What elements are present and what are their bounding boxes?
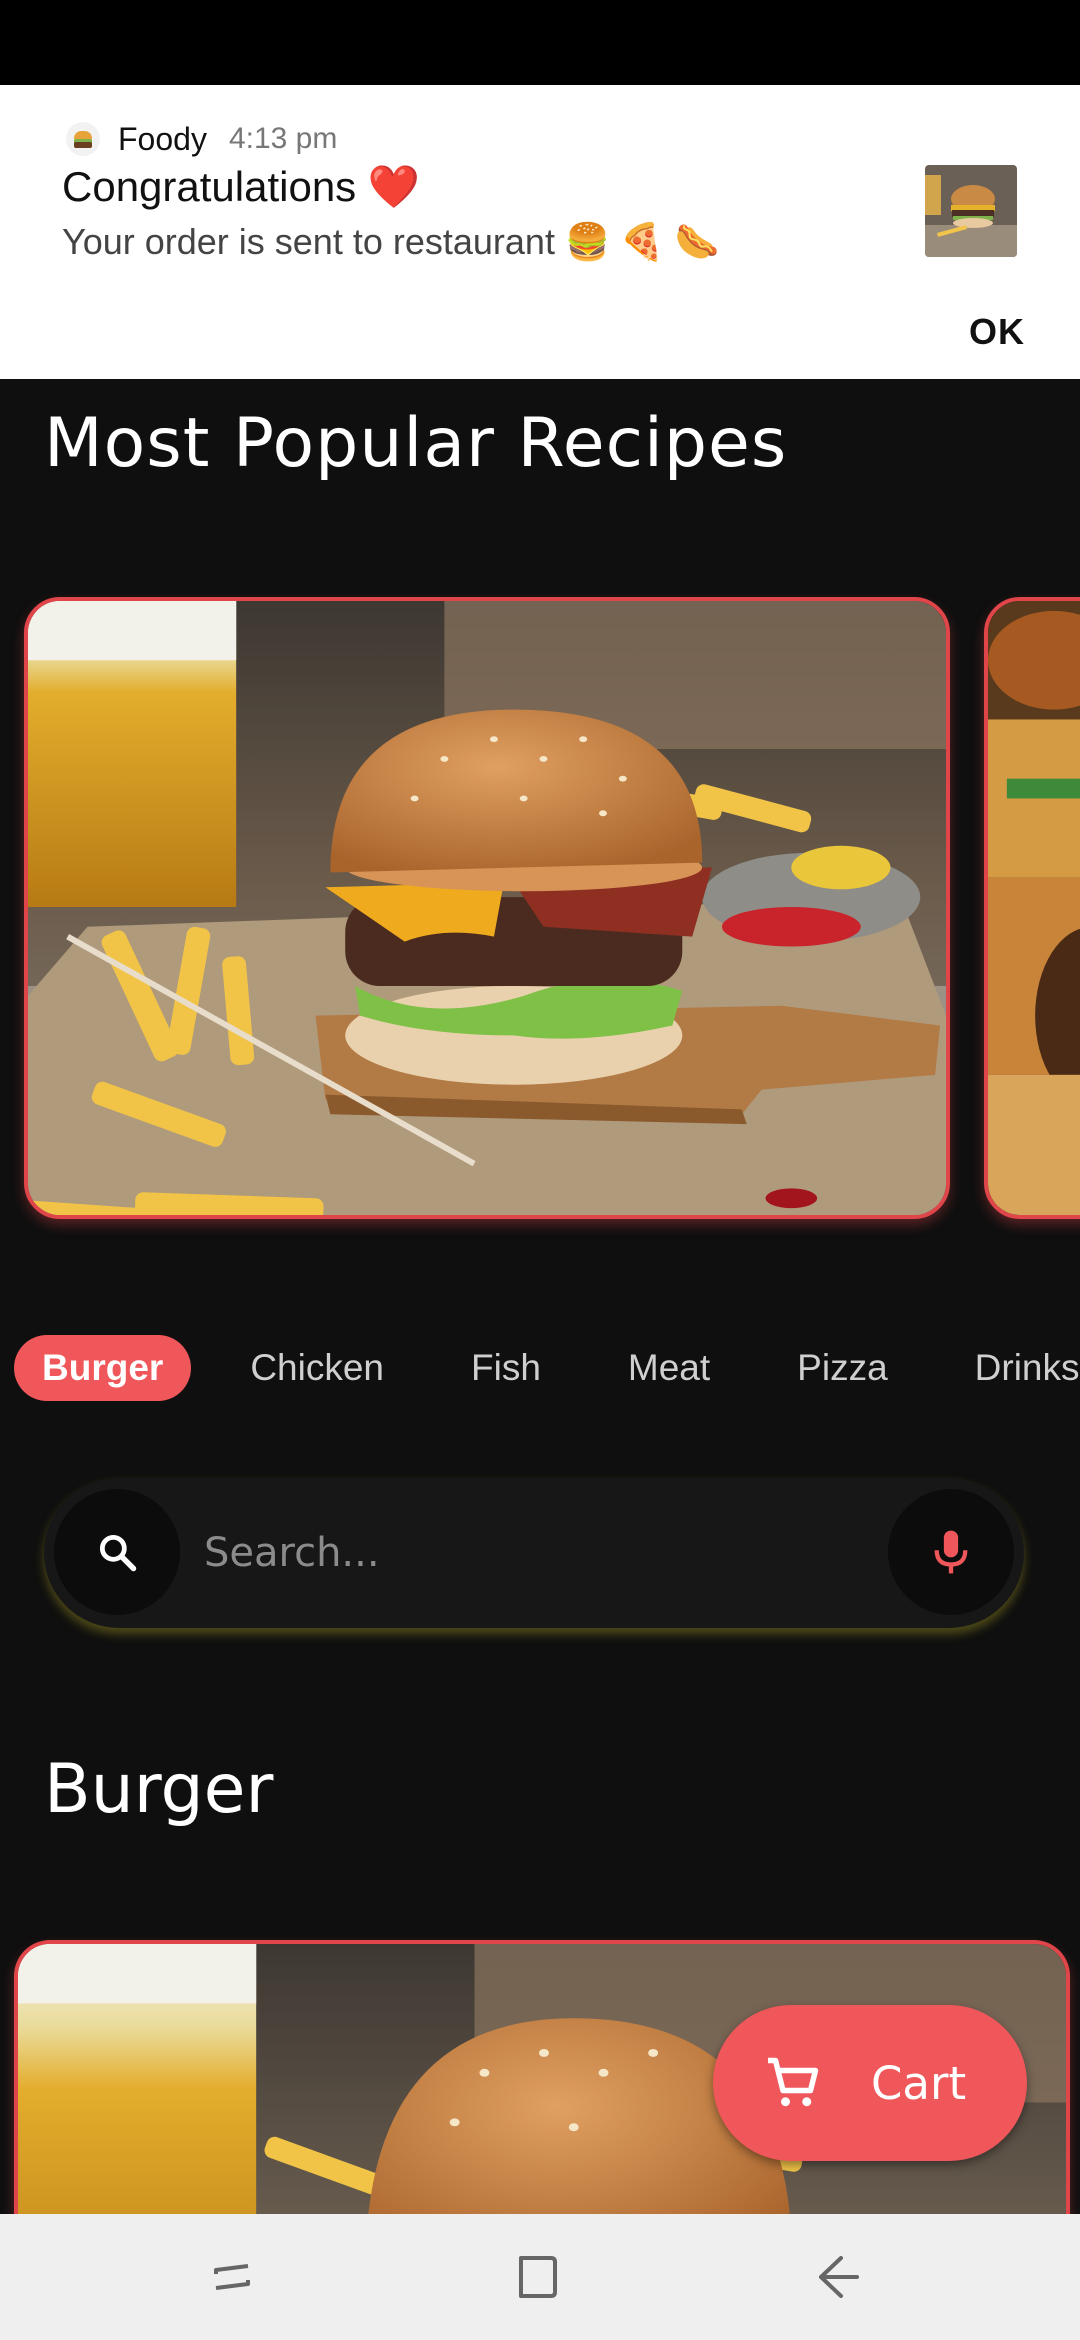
status-bar bbox=[0, 0, 1080, 85]
cart-button[interactable]: Cart bbox=[713, 2005, 1027, 2161]
category-section-title: Burger bbox=[44, 1750, 274, 1829]
recipe-photo bbox=[988, 601, 1080, 1215]
notification-app-name: Foody bbox=[118, 120, 207, 157]
category-chip-burger[interactable]: Burger bbox=[14, 1335, 192, 1401]
notification-banner[interactable]: Foody 4:13 pm Congratulations ❤️ Your or… bbox=[0, 85, 1080, 379]
back-button[interactable] bbox=[805, 2244, 871, 2310]
microphone-icon bbox=[934, 1530, 968, 1574]
system-navigation-bar bbox=[0, 2214, 1080, 2340]
category-chip-drinks[interactable]: Drinks bbox=[947, 1335, 1080, 1401]
notification-header: Foody 4:13 pm bbox=[66, 109, 337, 169]
home-icon bbox=[519, 2256, 557, 2298]
burger-photo bbox=[28, 601, 946, 1215]
search-button[interactable] bbox=[54, 1489, 180, 1615]
popular-recipes-title: Most Popular Recipes bbox=[44, 404, 788, 483]
notification-time: 4:13 pm bbox=[228, 122, 338, 155]
cart-icon bbox=[768, 2057, 819, 2107]
category-chip-fish[interactable]: Fish bbox=[443, 1335, 569, 1401]
notification-thumbnail bbox=[925, 165, 1017, 257]
category-chip-pizza[interactable]: Pizza bbox=[769, 1335, 915, 1401]
back-icon bbox=[819, 2256, 859, 2298]
category-chip-meat[interactable]: Meat bbox=[600, 1335, 738, 1401]
search-input[interactable]: Search... bbox=[204, 1478, 380, 1628]
home-button[interactable] bbox=[505, 2244, 571, 2310]
search-icon bbox=[99, 1534, 137, 1572]
notification-ok-button[interactable]: OK bbox=[969, 311, 1025, 353]
search-bar: Search... bbox=[44, 1478, 1024, 1628]
popular-recipe-card[interactable] bbox=[24, 597, 950, 1219]
popular-recipe-card-next[interactable] bbox=[984, 597, 1080, 1219]
notification-body: Your order is sent to restaurant 🍔 🍕 🌭 bbox=[62, 221, 720, 262]
cart-label: Cart bbox=[871, 2056, 967, 2110]
category-tabs: Burger Chicken Fish Meat Pizza Drinks bbox=[14, 1335, 1080, 1401]
notification-title: Congratulations ❤️ bbox=[62, 163, 421, 210]
recents-button[interactable] bbox=[200, 2244, 266, 2310]
voice-search-button[interactable] bbox=[888, 1489, 1014, 1615]
recents-icon bbox=[214, 2264, 250, 2290]
foody-app-icon bbox=[66, 122, 100, 156]
category-chip-chicken[interactable]: Chicken bbox=[222, 1335, 412, 1401]
